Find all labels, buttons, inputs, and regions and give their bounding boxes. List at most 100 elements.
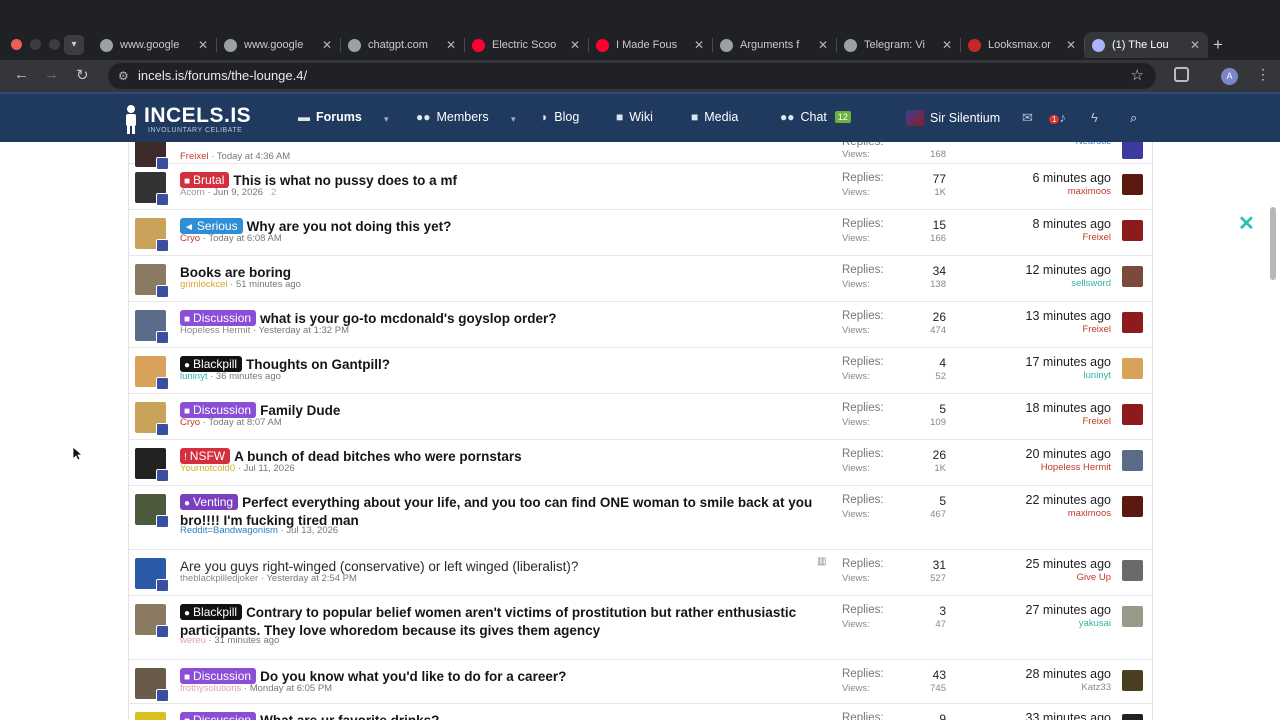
last-post-user[interactable]: Give Up — [989, 572, 1111, 583]
last-poster-avatar[interactable] — [1122, 560, 1143, 581]
thread-date[interactable]: Yesterday at 2:54 PM — [266, 573, 356, 584]
extensions-puzzle-icon[interactable] — [1174, 67, 1189, 82]
thread-author[interactable]: Yournotcold0 — [180, 463, 235, 474]
thread-row[interactable]: Are you guys right-winged (conservative)… — [129, 550, 1152, 596]
last-post-user[interactable]: Katz33 — [989, 682, 1111, 693]
last-poster-avatar[interactable] — [1122, 220, 1143, 241]
thread-row[interactable]: Books are boring grimlockcel · 51 minutes… — [129, 256, 1152, 302]
browser-tab[interactable]: Electric Scoo ✕ — [464, 32, 588, 58]
alerts-bell-icon[interactable]: 1 ♪ — [1049, 110, 1066, 125]
thread-author-avatar[interactable] — [135, 356, 169, 390]
thread-date[interactable]: 51 minutes ago — [236, 279, 301, 290]
thread-author-avatar[interactable] — [135, 604, 169, 638]
user-menu[interactable]: Sir Silentium — [906, 110, 1000, 126]
tab-search-chevron-icon[interactable]: ▾ — [64, 35, 84, 55]
close-tab-icon[interactable]: ✕ — [818, 38, 828, 52]
close-tab-icon[interactable]: ✕ — [1190, 38, 1200, 52]
page-scrollbar[interactable] — [1270, 207, 1276, 280]
thread-title-link[interactable]: Books are boring — [180, 265, 291, 280]
thread-prefix-badge[interactable]: ◄ Serious — [180, 218, 243, 234]
thread-row[interactable]: ● Blackpill Thoughts on Gantpill? luninyt ·… — [129, 348, 1152, 394]
thread-title-link[interactable]: Perfect everything about your life, and … — [180, 495, 812, 528]
search-icon[interactable]: ⌕ — [1130, 110, 1137, 126]
thread-author[interactable]: Reddit=Bandwagonism — [180, 525, 278, 536]
close-window-button[interactable] — [11, 39, 22, 50]
url-bar[interactable]: ⚙ incels.is/forums/the-lounge.4/ ☆ — [108, 63, 1156, 89]
last-post-time[interactable]: 12 minutes ago — [989, 263, 1111, 277]
thread-row[interactable]: ◄ Serious Why are you not doing this yet? C… — [129, 210, 1152, 256]
thread-date[interactable]: Jul 11, 2026 — [244, 463, 295, 474]
close-tab-icon[interactable]: ✕ — [570, 38, 580, 52]
thread-title-link[interactable]: Do you know what you'd like to do for a … — [260, 669, 566, 684]
profile-avatar[interactable]: A — [1221, 68, 1238, 85]
thread-prefix-badge[interactable]: ■ Brutal — [180, 172, 230, 188]
thread-date[interactable]: Monday at 6:05 PM — [250, 683, 332, 694]
thread-author[interactable]: theblackpilledjoker — [180, 573, 258, 584]
thread-prefix-badge[interactable]: ■Discussion — [180, 712, 257, 720]
thread-author[interactable]: Acorn — [180, 187, 205, 198]
last-post-user[interactable]: Hopeless Hermit — [989, 462, 1111, 473]
thread-title-link[interactable]: what is your go-to mcdonald's goyslop or… — [260, 311, 556, 326]
thread-author[interactable]: Hopeless Hermit — [180, 325, 250, 336]
thread-title-link[interactable]: Family Dude — [260, 403, 340, 418]
site-info-icon[interactable]: ⚙ — [118, 63, 129, 89]
last-poster-avatar[interactable] — [1122, 174, 1143, 195]
last-post-time[interactable]: 33 minutes ago — [989, 711, 1111, 720]
thread-date[interactable]: Jun 9, 2026 — [213, 187, 263, 198]
last-post-time[interactable]: 25 minutes ago — [989, 557, 1111, 571]
thread-author-avatar[interactable] — [135, 172, 169, 206]
thread-prefix-badge[interactable]: ● Blackpill — [180, 604, 243, 620]
thread-title-link[interactable]: This is what no pussy does to a mf — [233, 173, 457, 188]
thread-author[interactable]: Cryo — [180, 417, 200, 428]
bolt-icon[interactable]: ϟ — [1091, 110, 1098, 125]
thread-author-avatar[interactable] — [135, 402, 169, 436]
last-poster-avatar[interactable] — [1122, 312, 1143, 333]
nav-forums[interactable]: ▬ Forums — [298, 110, 362, 124]
thread-author-avatar[interactable] — [135, 558, 169, 592]
thread-author-avatar[interactable] — [135, 668, 169, 702]
thread-title-link[interactable]: Are you guys right-winged (conservative)… — [180, 559, 578, 574]
members-dropdown-chevron-icon[interactable]: ▾ — [511, 114, 516, 125]
last-post-time[interactable]: 6 minutes ago — [989, 171, 1111, 185]
last-post-time[interactable]: 22 minutes ago — [989, 493, 1111, 507]
reload-icon[interactable]: ↻ — [76, 66, 89, 84]
thread-prefix-badge[interactable]: ! NSFW — [180, 448, 231, 464]
last-post-user[interactable]: Freixel — [989, 324, 1111, 335]
close-icon[interactable]: ✕ — [1238, 211, 1255, 236]
thread-row[interactable]: ■ Discussion Family Dude Cryo · Today at 8:… — [129, 394, 1152, 440]
thread-prefix-badge[interactable]: ■Discussion — [180, 402, 257, 418]
close-tab-icon[interactable]: ✕ — [446, 38, 456, 52]
thread-date[interactable]: Today at 4:36 AM — [217, 151, 290, 162]
close-tab-icon[interactable]: ✕ — [1066, 38, 1076, 52]
thread-title-link[interactable]: Contrary to popular belief women aren't … — [180, 605, 796, 638]
thread-title-link[interactable]: Why are you not doing this yet? — [247, 219, 452, 234]
thread-author-avatar[interactable] — [135, 264, 169, 298]
close-tab-icon[interactable]: ✕ — [694, 38, 704, 52]
thread-row[interactable]: ■ Brutal This is what no pussy does to a m… — [129, 164, 1152, 210]
last-post-time[interactable]: 18 minutes ago — [989, 401, 1111, 415]
thread-date[interactable]: Yesterday at 1:32 PM — [259, 325, 349, 336]
browser-tab[interactable]: I Made Fous ✕ — [588, 32, 712, 58]
thread-date[interactable]: 36 minutes ago — [216, 371, 281, 382]
maximize-window-button[interactable] — [49, 39, 60, 50]
forward-arrow-icon[interactable]: → — [44, 66, 59, 83]
browser-tab[interactable]: www.google ✕ — [216, 32, 340, 58]
thread-prefix-badge[interactable]: ■Discussion — [180, 310, 257, 326]
thread-date[interactable]: 31 minutes ago — [214, 635, 279, 646]
last-poster-avatar[interactable] — [1122, 358, 1143, 379]
thread-prefix-badge[interactable]: ● Venting — [180, 494, 239, 510]
browser-tab[interactable]: chatgpt.com ✕ — [340, 32, 464, 58]
thread-row[interactable]: ● Venting Perfect everything about your li… — [129, 486, 1152, 550]
last-post-time[interactable]: 28 minutes ago — [989, 667, 1111, 681]
last-post-user[interactable]: luninyt — [989, 370, 1111, 381]
thread-author[interactable]: frothysolutions — [180, 683, 241, 694]
last-post-time[interactable]: 8 minutes ago — [989, 217, 1111, 231]
nav-blog[interactable]: ◗ Blog — [541, 110, 579, 124]
new-tab-plus-icon[interactable]: + — [1213, 35, 1223, 55]
browser-menu-icon[interactable]: ⋮ — [1256, 66, 1270, 83]
browser-tab[interactable]: Telegram: Vi ✕ — [836, 32, 960, 58]
close-tab-icon[interactable]: ✕ — [322, 38, 332, 52]
back-arrow-icon[interactable]: ← — [14, 66, 29, 83]
thread-row[interactable]: Freixel · Today at 4:36 AM Replies: Views:… — [129, 142, 1152, 170]
last-poster-avatar[interactable] — [1122, 670, 1143, 691]
